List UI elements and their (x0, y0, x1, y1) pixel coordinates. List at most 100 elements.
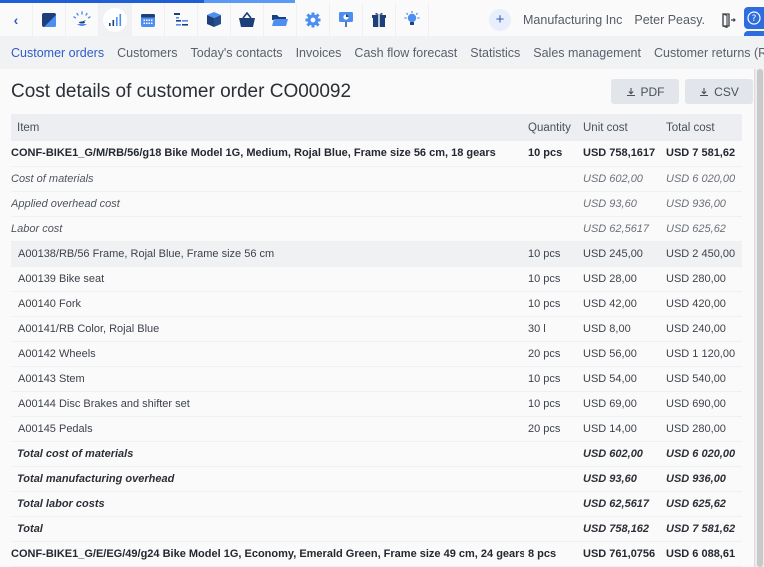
download-icon (700, 87, 709, 96)
table-row[interactable]: CONF-BIKE1_G/E/EG/49/g24 Bike Model 1G, … (11, 541, 742, 566)
tab-invoices[interactable]: Invoices (296, 46, 342, 60)
module-button-calendar[interactable] (132, 3, 165, 36)
page-scrollbar[interactable] (754, 69, 764, 567)
scrollbar-thumb[interactable] (757, 69, 763, 567)
cell-unit-cost: USD 8,00 (583, 322, 631, 335)
cell-unit-cost: USD 62,5617 (583, 497, 650, 510)
section-tabs: Customer orders Customers Today's contac… (0, 36, 764, 69)
svg-text:?: ? (752, 14, 757, 24)
cell-item: A00142 Wheels (18, 347, 96, 360)
tab-statistics[interactable]: Statistics (470, 46, 520, 60)
cell-quantity: 10 pcs (528, 272, 561, 285)
cell-quantity: 8 pcs (528, 547, 557, 560)
cell-item: Total (17, 522, 43, 535)
column-header-total-cost[interactable]: Total cost (662, 114, 742, 141)
column-header-unit-cost[interactable]: Unit cost (579, 114, 662, 141)
cell-quantity: 10 pcs (528, 297, 561, 310)
table-row[interactable]: A00144 Disc Brakes and shifter set 10 pcs… (11, 391, 742, 416)
module-button-ideas[interactable] (396, 3, 429, 36)
cell-quantity (524, 441, 579, 466)
table-row[interactable]: Labor cost USD 62,5617 USD 625,62 (11, 216, 742, 241)
export-pdf-button[interactable]: PDF (611, 79, 679, 104)
tab-customers[interactable]: Customers (117, 46, 177, 60)
cell-total-cost: USD 6 020,00 (666, 447, 736, 460)
cell-total-cost: USD 936,00 (666, 472, 726, 485)
cell-quantity: 20 pcs (528, 422, 561, 435)
module-button-dashboard[interactable] (33, 3, 66, 36)
cell-item: A00138/RB/56 Frame, Rojal Blue, Frame si… (18, 247, 275, 260)
cell-total-cost: USD 690,00 (666, 397, 726, 410)
column-header-quantity[interactable]: Quantity (524, 114, 579, 141)
table-row[interactable]: A00143 Stem 10 pcs USD 54,00 USD 540,00 (11, 366, 742, 391)
bar-chart-icon (109, 13, 122, 26)
table-row[interactable]: A00140 Fork 10 pcs USD 42,00 USD 420,00 (11, 291, 742, 316)
gift-icon (372, 12, 386, 27)
help-button[interactable]: ? (744, 7, 764, 29)
column-header-item[interactable]: Item (11, 114, 524, 141)
table-row[interactable]: Cost of materials USD 602,00 USD 6 020,00 (11, 166, 742, 191)
top-header: ‹ + Manufacturing Inc Peter Peasy. (0, 3, 764, 36)
cell-total-cost: USD 540,00 (666, 372, 726, 385)
tab-customer-orders[interactable]: Customer orders (11, 46, 104, 60)
module-button-documents[interactable] (264, 3, 297, 36)
cell-quantity: 10 pcs (528, 372, 561, 385)
back-button[interactable]: ‹ (0, 3, 33, 36)
table-row[interactable]: A00141/RB Color, Rojal Blue 30 l USD 8,00 U… (11, 316, 742, 341)
gauge-icon (73, 10, 91, 26)
folder-icon (272, 14, 288, 26)
module-button-gifts[interactable] (363, 3, 396, 36)
cell-quantity: 30 l (528, 322, 546, 335)
plus-icon: + (495, 11, 505, 28)
cell-quantity (524, 191, 579, 216)
module-button-settings[interactable] (297, 3, 330, 36)
tab-cash-flow-forecast[interactable]: Cash flow forecast (354, 46, 457, 60)
module-button-sales[interactable] (231, 3, 264, 36)
cell-quantity: 10 pcs (528, 397, 561, 410)
help-icon: ? (747, 11, 761, 25)
cell-item: Total manufacturing overhead (17, 472, 175, 485)
cell-item: Cost of materials (11, 172, 94, 185)
table-row[interactable]: A00139 Bike seat 10 pcs USD 28,00 USD 280,0… (11, 266, 742, 291)
company-name[interactable]: Manufacturing Inc (523, 13, 622, 27)
tab-sales-management[interactable]: Sales management (533, 46, 641, 60)
module-button-products[interactable] (198, 3, 231, 36)
export-csv-button[interactable]: CSV (685, 79, 753, 104)
cell-unit-cost: USD 758,1617 (583, 147, 656, 160)
cell-total-cost: USD 625,62 (666, 222, 726, 235)
table-row[interactable]: A00142 Wheels 20 pcs USD 56,00 USD 1 120,00 (11, 341, 742, 366)
cell-item: A00139 Bike seat (18, 272, 105, 285)
active-icon-bg (103, 7, 127, 32)
cell-item: A00145 Pedals (18, 422, 93, 435)
user-name[interactable]: Peter Peasy. (634, 13, 705, 27)
cell-unit-cost: USD 602,00 (583, 172, 643, 185)
logout-icon[interactable] (720, 12, 736, 28)
cell-item: Total cost of materials (17, 447, 134, 460)
table-row[interactable]: Total USD 758,162 USD 7 581,62 (11, 516, 742, 541)
cell-unit-cost: USD 28,00 (583, 272, 637, 285)
table-row[interactable]: Total labor costs USD 62,5617 USD 625,62 (11, 491, 742, 516)
cell-item: Total labor costs (17, 497, 105, 510)
tab-customer-returns[interactable]: Customer returns (RMAs) (654, 46, 764, 60)
table-row[interactable]: Applied overhead cost USD 93,60 USD 936,00 (11, 191, 742, 216)
add-button[interactable]: + (489, 8, 511, 31)
table-row[interactable]: CONF-BIKE1_G/M/RB/56/g18 Bike Model 1G, … (11, 141, 742, 166)
chevron-left-icon: ‹ (13, 11, 19, 28)
cell-total-cost: USD 280,00 (666, 422, 726, 435)
tab-todays-contacts[interactable]: Today's contacts (191, 46, 283, 60)
module-button-reports[interactable] (330, 3, 363, 36)
cell-total-cost: USD 7 581,62 (666, 147, 736, 160)
table-row[interactable]: Total manufacturing overhead USD 93,60 USD… (11, 466, 742, 491)
module-button-planning[interactable] (165, 3, 198, 36)
table-body: CONF-BIKE1_G/M/RB/56/g18 Bike Model 1G, … (11, 141, 742, 566)
cell-total-cost: USD 240,00 (666, 322, 726, 335)
table-row[interactable]: A00145 Pedals 20 pcs USD 14,00 USD 280,00 (11, 416, 742, 441)
module-button-gauge[interactable] (66, 3, 99, 36)
cell-item: A00141/RB Color, Rojal Blue (18, 322, 160, 335)
table-row[interactable]: A00138/RB/56 Frame, Rojal Blue, Frame si… (11, 241, 742, 266)
cell-quantity: 20 pcs (528, 347, 561, 360)
cell-unit-cost: USD 54,00 (583, 372, 637, 385)
cell-total-cost: USD 7 581,62 (666, 522, 736, 535)
module-button-statistics[interactable] (99, 3, 132, 36)
table-row[interactable]: Total cost of materials USD 602,00 USD 6 0… (11, 441, 742, 466)
table-header-row: Item Quantity Unit cost Total cost (11, 114, 742, 141)
